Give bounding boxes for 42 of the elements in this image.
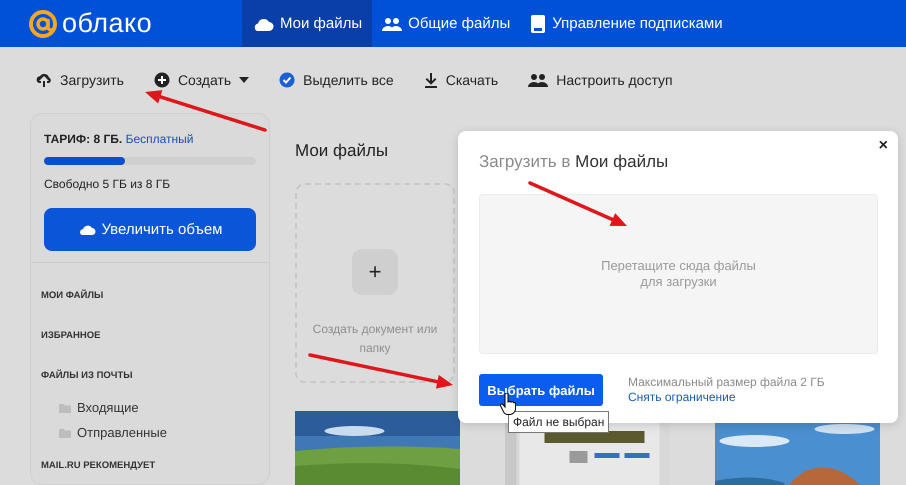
download-icon (424, 72, 438, 88)
sidebar-item[interactable]: ИЗБРАННОЕ (41, 315, 259, 355)
create-tile-label: Создать документ или папку (312, 321, 438, 357)
check-circle-icon (279, 72, 296, 88)
upload-icon (36, 72, 52, 88)
create-tile[interactable]: + Создать документ или папку (295, 183, 455, 383)
toolbar-button[interactable]: Загрузить (36, 72, 124, 88)
folder-name: Мои файлы (575, 152, 668, 171)
toolbar-button[interactable]: Настроить доступ (528, 72, 673, 88)
plus-icon: + (352, 249, 398, 295)
plan-label: ТАРИФ: 8 ГБ. (44, 132, 122, 146)
logo-text: облако (62, 8, 152, 39)
dialog-title: Загрузить в (479, 152, 570, 171)
toolbar-button[interactable]: Выделить все (279, 72, 394, 88)
at-sign-logo-icon (28, 8, 58, 38)
choose-files-button[interactable]: Выбрать файлы (479, 374, 603, 406)
cloud-icon (78, 223, 96, 236)
nav-tab[interactable]: Общие файлы (372, 0, 520, 47)
remove-limit-link[interactable]: Снять ограничение (628, 390, 825, 405)
plus-circle-icon (154, 72, 170, 88)
tablet-icon (530, 14, 546, 34)
nav-tab[interactable]: Мои файлы (242, 0, 372, 47)
folder-icon (59, 428, 71, 438)
page-title: Мои файлы (295, 141, 388, 161)
toolbar-button[interactable]: Скачать (424, 72, 498, 88)
tooltip: Файл не выбран (508, 411, 610, 433)
sidebar-item[interactable]: MAIL.RU РЕКОМЕНДУЕТ (41, 445, 259, 484)
people-icon (528, 72, 548, 88)
close-button[interactable]: × (878, 137, 888, 155)
sidebar-item[interactable]: ФАЙЛЫ ИЗ ПОЧТЫ (41, 355, 259, 395)
people-icon (382, 16, 402, 32)
folder-icon (59, 402, 71, 412)
folder-item[interactable]: Отправленные (41, 420, 259, 445)
free-space-text: Свободно 5 ГБ из 8 ГБ (44, 177, 172, 191)
sidebar-item[interactable]: МОИ ФАЙЛЫ (41, 275, 259, 315)
nav-tab[interactable]: Управление подписками (520, 0, 733, 47)
folder-item[interactable]: Входящие (41, 395, 259, 420)
toolbar-button[interactable]: Создать (154, 72, 250, 88)
upgrade-button[interactable]: Увеличить объем (44, 208, 256, 251)
plan-name-link[interactable]: Бесплатный (126, 132, 194, 146)
max-size-text: Максимальный размер файла 2 ГБ (628, 375, 825, 390)
drop-hint: Перетащите сюда файлы для загрузки (600, 258, 757, 290)
